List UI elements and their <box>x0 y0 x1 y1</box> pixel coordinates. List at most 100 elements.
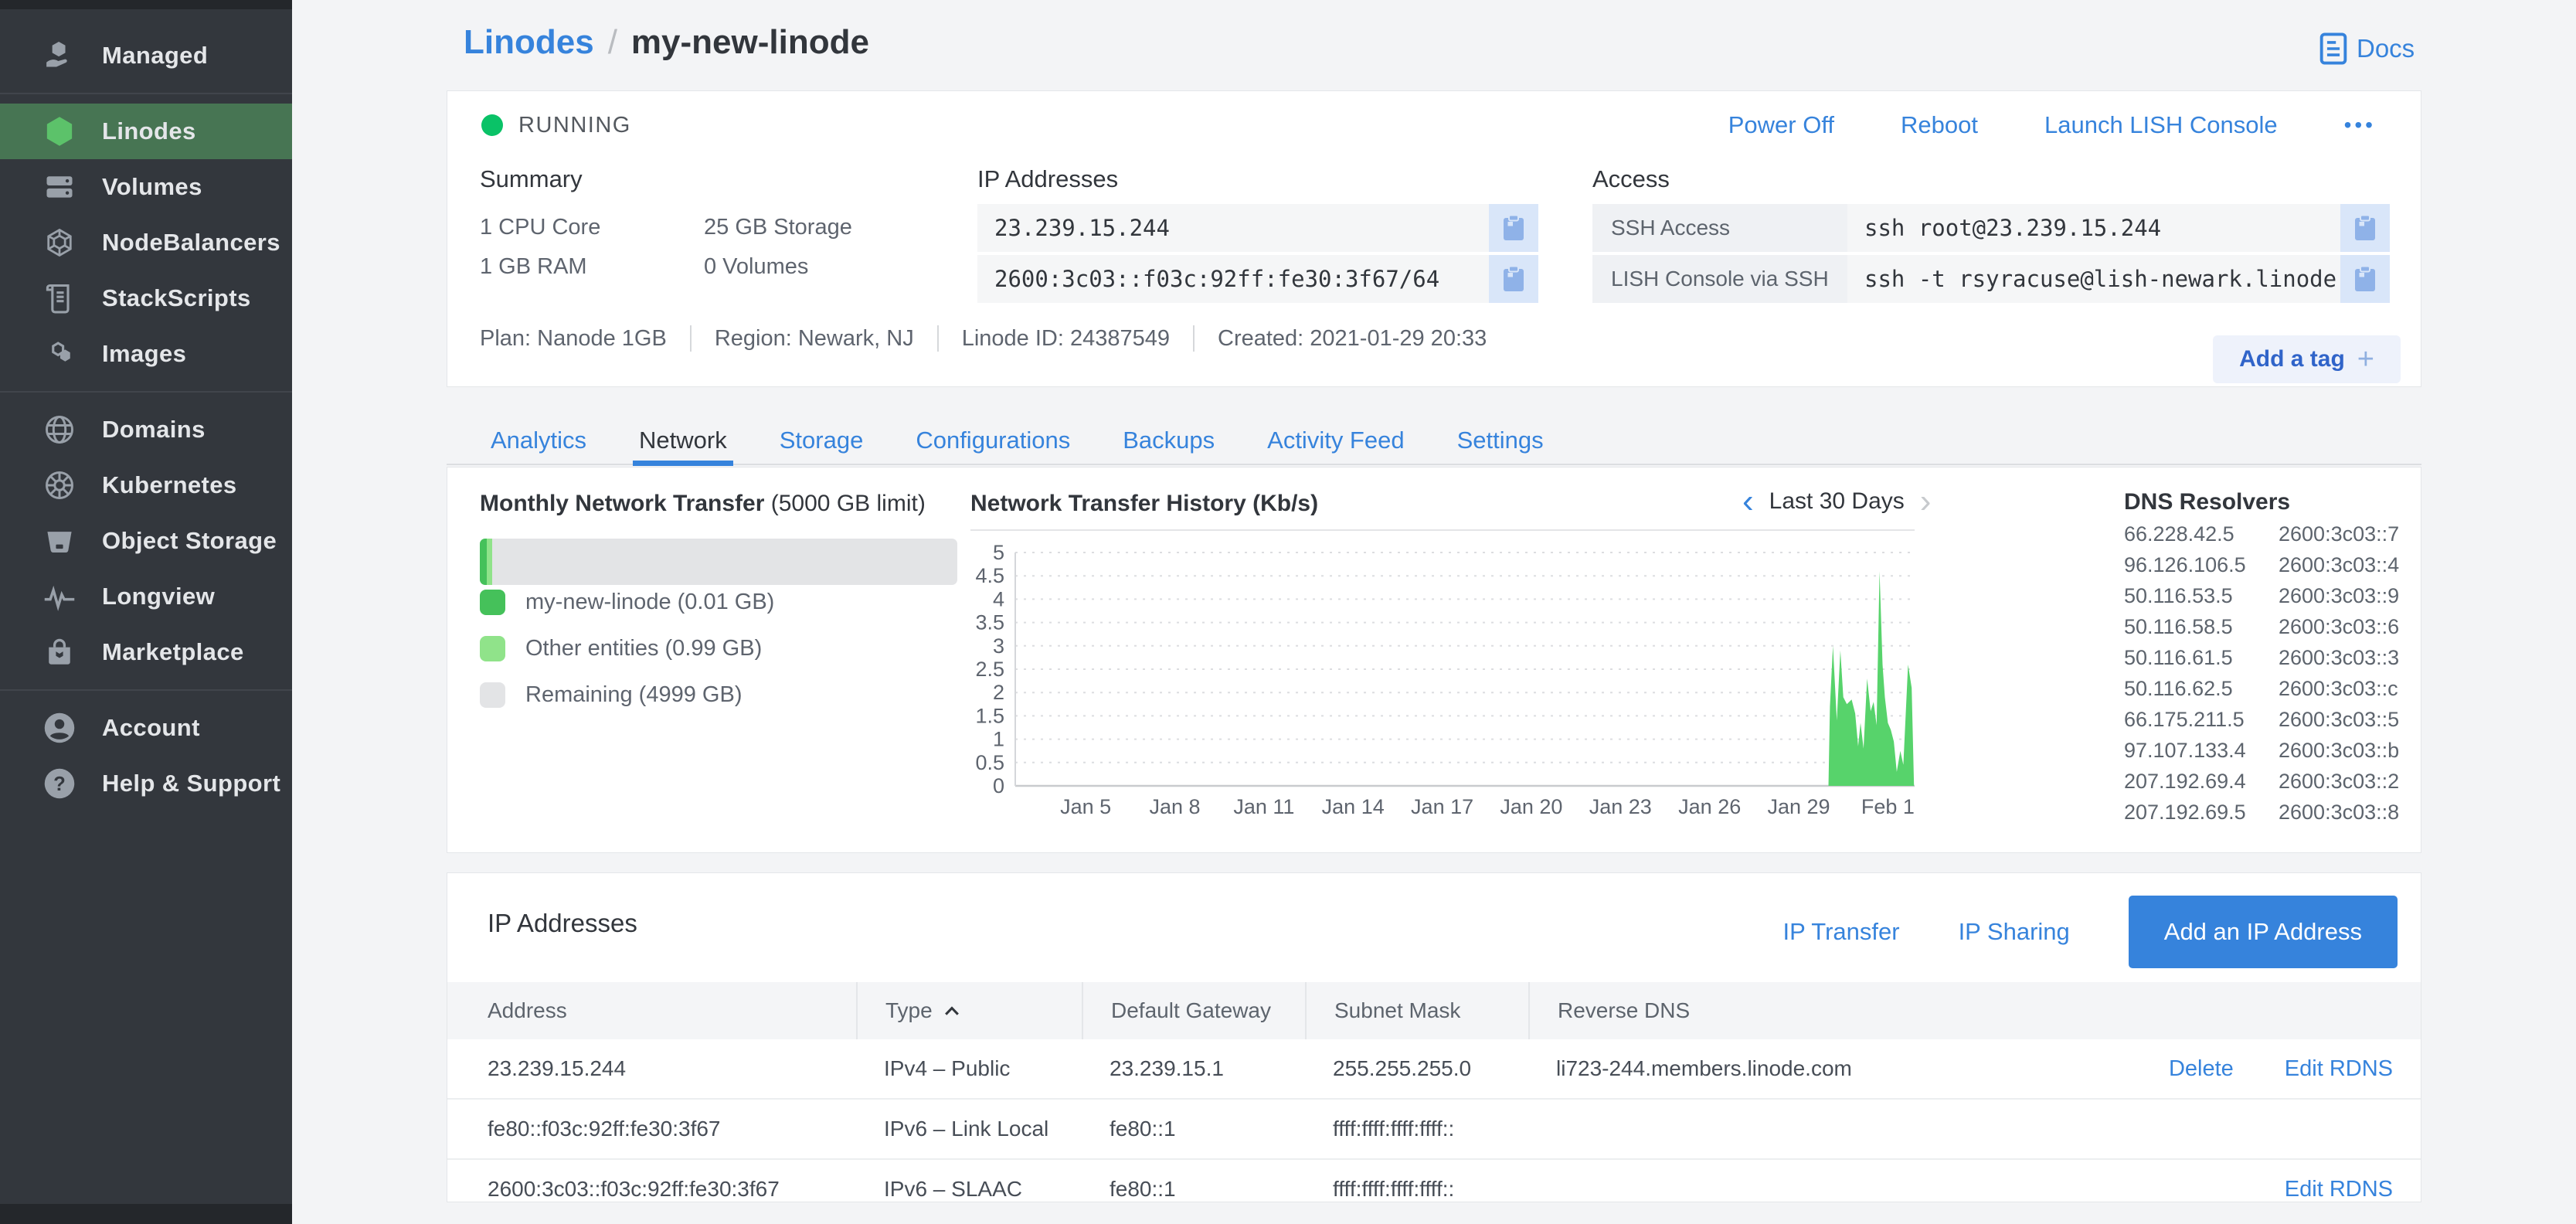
sidebar-item-images[interactable]: Images <box>0 326 292 382</box>
docs-label: Docs <box>2357 34 2415 63</box>
column-header-address[interactable]: Address <box>447 982 856 1039</box>
access-row-label: SSH Access <box>1592 204 1847 252</box>
svg-text:?: ? <box>53 774 66 795</box>
sidebar-item-object-storage[interactable]: Object Storage <box>0 513 292 569</box>
sidebar-item-nodebalancers[interactable]: NodeBalancers <box>0 215 292 270</box>
column-header-default-gateway[interactable]: Default Gateway <box>1082 982 1305 1039</box>
delete-link[interactable]: Delete <box>2169 1056 2234 1082</box>
chevron-left-icon[interactable]: ‹ <box>1742 488 1754 515</box>
tab-storage[interactable]: Storage <box>780 427 864 454</box>
dns-ipv4: 66.175.211.5 <box>2124 708 2279 732</box>
summary-cell: 0 Volumes <box>704 254 852 280</box>
ip-sharing-link[interactable]: IP Sharing <box>1959 918 2070 946</box>
sidebar-item-label: Kubernetes <box>102 471 237 499</box>
reboot-button[interactable]: Reboot <box>1901 111 1978 139</box>
dns-ipv6: 2600:3c03::2 <box>2279 770 2399 794</box>
chevron-right-icon[interactable]: › <box>1920 488 1932 515</box>
ip-transfer-link[interactable]: IP Transfer <box>1783 918 1900 946</box>
add-tag-button[interactable]: Add a tag + <box>2213 335 2401 383</box>
column-header-reverse-dns[interactable]: Reverse DNS <box>1528 982 2421 1039</box>
dns-resolvers-section: DNS Resolvers 66.228.42.52600:3c03::796.… <box>2124 489 2410 828</box>
docs-link[interactable]: Docs <box>2319 32 2415 65</box>
summary-cell: 1 GB RAM <box>480 254 704 280</box>
ip-table-row: 23.239.15.244IPv4 – Public23.239.15.1255… <box>447 1039 2421 1098</box>
sidebar-item-domains[interactable]: Domains <box>0 402 292 457</box>
summary-cell: 1 CPU Core <box>480 215 704 240</box>
meta-item: Plan: Nanode 1GB <box>480 326 667 352</box>
dns-ipv6: 2600:3c03::9 <box>2279 584 2399 608</box>
chart-range-control: ‹ Last 30 Days › <box>1742 488 1931 515</box>
dns-ipv6: 2600:3c03::6 <box>2279 615 2399 639</box>
sidebar-item-marketplace[interactable]: Marketplace <box>0 624 292 680</box>
power-off-button[interactable]: Power Off <box>1728 111 1834 139</box>
sidebar-item-label: StackScripts <box>102 284 251 312</box>
ip-address-row: 2600:3c03::f03c:92ff:fe30:3f67/64 <box>977 255 1538 303</box>
ip-table-actions: IP Transfer IP Sharing Add an IP Address <box>1783 896 2398 968</box>
column-header-type[interactable]: Type <box>856 982 1082 1039</box>
summary-grid: 1 CPU Core25 GB Storage1 GB RAM0 Volumes <box>480 215 852 280</box>
tab-network[interactable]: Network <box>639 427 727 454</box>
dns-ipv4: 50.116.61.5 <box>2124 646 2279 670</box>
table-cell: 23.239.15.1 <box>1082 1056 1305 1081</box>
meta-separator <box>690 325 692 352</box>
ip-addresses-section: IP Addresses 23.239.15.2442600:3c03::f03… <box>977 165 1538 303</box>
edit-rdns-link[interactable]: Edit RDNS <box>2285 1056 2393 1082</box>
legend-item: my-new-linode (0.01 GB) <box>480 590 774 615</box>
legend-item: Remaining (4999 GB) <box>480 682 774 708</box>
table-cell: 23.239.15.244 <box>447 1056 856 1081</box>
svg-text:Feb 1: Feb 1 <box>1861 795 1915 818</box>
status-actions: Power Off Reboot Launch LISH Console ••• <box>1728 111 2376 139</box>
copy-icon[interactable] <box>1489 204 1538 252</box>
monthly-transfer-title: Monthly Network Transfer (5000 GB limit) <box>480 491 926 517</box>
tab-backups[interactable]: Backups <box>1123 427 1215 454</box>
sidebar-item-linodes[interactable]: Linodes <box>0 104 292 159</box>
tab-activity-feed[interactable]: Activity Feed <box>1267 427 1404 454</box>
sidebar-item-kubernetes[interactable]: Kubernetes <box>0 457 292 513</box>
summary-section: Summary 1 CPU Core25 GB Storage1 GB RAM0… <box>480 165 852 280</box>
access-row: SSH Accessssh root@23.239.15.244 <box>1592 204 2390 252</box>
page-title: my-new-linode <box>631 23 869 62</box>
copy-icon[interactable] <box>2340 204 2390 252</box>
tab-configurations[interactable]: Configurations <box>916 427 1070 454</box>
ip-table-header: AddressTypeDefault GatewaySubnet MaskRev… <box>447 982 2421 1039</box>
sidebar-item-stackscripts[interactable]: StackScripts <box>0 270 292 326</box>
breadcrumb-linodes-link[interactable]: Linodes <box>464 23 594 62</box>
more-actions-icon[interactable]: ••• <box>2344 113 2376 138</box>
legend-item: Other entities (0.99 GB) <box>480 636 774 661</box>
dns-ipv6: 2600:3c03::3 <box>2279 646 2399 670</box>
globe-icon <box>42 412 77 447</box>
sidebar-item-label: Help & Support <box>102 770 280 797</box>
sort-asc-icon <box>943 1006 960 1016</box>
sidebar-item-label: Account <box>102 714 200 742</box>
access-rows: SSH Accessssh root@23.239.15.244LISH Con… <box>1592 204 2390 303</box>
copy-icon[interactable] <box>1489 255 1538 303</box>
add-ip-address-button[interactable]: Add an IP Address <box>2129 896 2398 968</box>
ip-table-row: 2600:3c03::f03c:92ff:fe30:3f67IPv6 – SLA… <box>447 1160 2421 1202</box>
launch-lish-console-button[interactable]: Launch LISH Console <box>2044 111 2278 139</box>
table-cell: ffff:ffff:ffff:ffff:: <box>1305 1117 1528 1141</box>
dns-ipv6: 2600:3c03::7 <box>2279 522 2399 546</box>
sidebar-item-volumes[interactable]: Volumes <box>0 159 292 215</box>
column-header-subnet-mask[interactable]: Subnet Mask <box>1305 982 1528 1039</box>
table-cell: fe80::f03c:92ff:fe30:3f67 <box>447 1117 856 1141</box>
svg-text:2: 2 <box>993 681 1004 704</box>
sidebar-item-managed[interactable]: Managed <box>0 28 292 83</box>
copy-icon[interactable] <box>2340 255 2390 303</box>
meta-item: Region: Newark, NJ <box>715 326 914 352</box>
tab-settings[interactable]: Settings <box>1457 427 1544 454</box>
svg-text:1.5: 1.5 <box>975 704 1004 727</box>
sidebar-item-account[interactable]: Account <box>0 700 292 756</box>
table-cell: fe80::1 <box>1082 1117 1305 1141</box>
sidebar-item-help[interactable]: ? Help & Support <box>0 756 292 811</box>
transfer-legend: my-new-linode (0.01 GB) Other entities (0… <box>480 590 774 708</box>
edit-rdns-link[interactable]: Edit RDNS <box>2285 1177 2393 1202</box>
sidebar-item-label: Volumes <box>102 173 202 201</box>
sidebar-item-longview[interactable]: Longview <box>0 569 292 624</box>
detail-tabs: Analytics Network Storage Configurations Bac… <box>447 417 2421 465</box>
add-tag-label: Add a tag <box>2239 346 2345 372</box>
dns-resolver-row: 50.116.53.52600:3c03::9 <box>2124 580 2410 611</box>
ip-table-title: IP Addresses <box>488 909 637 938</box>
dns-resolver-row: 50.116.61.52600:3c03::3 <box>2124 642 2410 673</box>
ip-address-rows: 23.239.15.2442600:3c03::f03c:92ff:fe30:3… <box>977 204 1538 303</box>
tab-analytics[interactable]: Analytics <box>491 427 586 454</box>
